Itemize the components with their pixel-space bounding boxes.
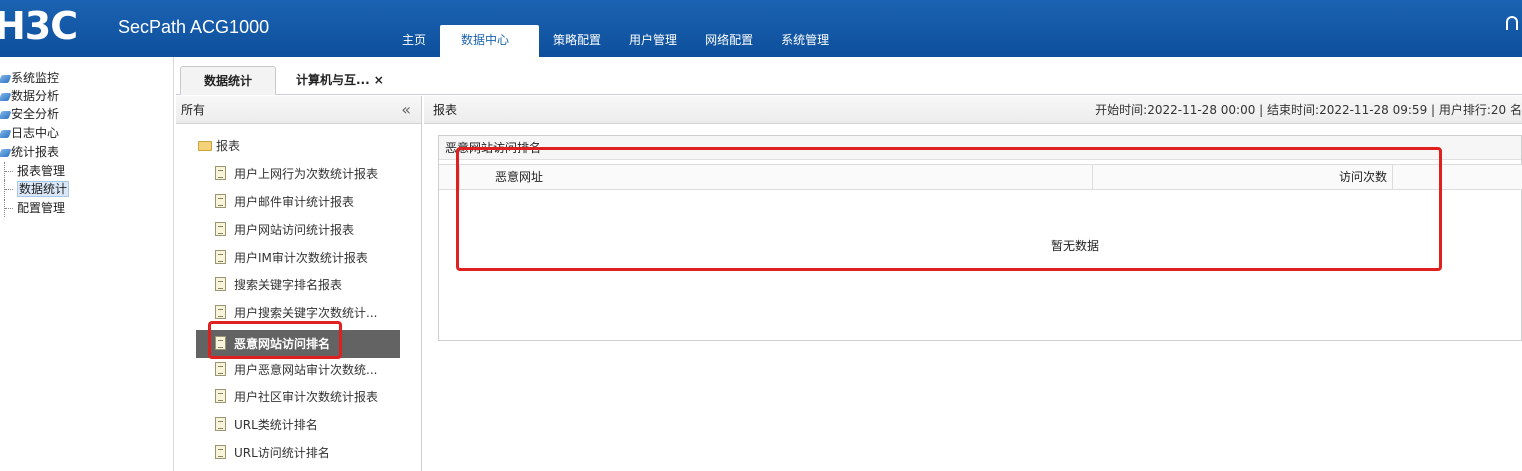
tree-node-icon	[0, 110, 12, 119]
close-icon[interactable]: ×	[374, 73, 384, 87]
column-divider	[459, 165, 460, 189]
tree-node-icon	[0, 74, 12, 83]
document-icon	[215, 305, 226, 319]
column-divider	[1392, 165, 1393, 189]
report-item[interactable]: 用户邮件审计统计报表	[196, 191, 400, 213]
report-item-label: 用户邮件审计统计报表	[234, 195, 355, 209]
nav-data-center[interactable]: 数据中心	[440, 25, 540, 57]
tree-item-log-center[interactable]: 日志中心	[0, 124, 59, 142]
report-item-label: URL类统计排名	[234, 418, 318, 432]
collapse-icon[interactable]: «	[401, 96, 411, 124]
report-item-selected[interactable]: 恶意网站访问排名	[196, 330, 400, 358]
tab-computer-internet[interactable]: 计算机与互... ×	[296, 66, 384, 95]
report-item-label: 用户恶意网站审计次数统...	[234, 363, 378, 377]
tree-item-security-analysis[interactable]: 安全分析	[0, 105, 59, 123]
top-header: H3C SecPath ACG1000 主页 数据中心 策略配置 用户管理 网络…	[0, 0, 1522, 57]
document-icon	[215, 336, 226, 350]
main-nav: 主页 数据中心 策略配置 用户管理 网络配置 系统管理	[388, 25, 843, 57]
left-nav-tree: 系统监控 数据分析 安全分析 日志中心 统计报表 报表管理 数据统计 配置管理	[0, 57, 174, 471]
report-item[interactable]: 用户IM审计次数统计报表	[196, 247, 400, 269]
report-item[interactable]: 用户恶意网站审计次数统...	[196, 359, 400, 381]
tree-item-report-management[interactable]: 报表管理	[4, 162, 65, 180]
document-icon	[215, 250, 226, 264]
tab-data-statistics[interactable]: 数据统计	[180, 66, 276, 95]
empty-state: 暂无数据	[1051, 239, 1100, 253]
tree-item-statistics-report[interactable]: 统计报表	[0, 143, 59, 161]
tree-node-icon	[0, 92, 12, 101]
h3c-logo: H3C	[0, 4, 78, 48]
report-content: 报表 开始时间:2022-11-28 00:00 | 结束时间:2022-11-…	[424, 96, 1522, 471]
tree-item-label: 安全分析	[11, 107, 60, 121]
report-item[interactable]: 用户上网行为次数统计报表	[196, 163, 400, 185]
report-meta: 开始时间:2022-11-28 00:00 | 结束时间:2022-11-28 …	[1095, 103, 1522, 117]
tree-item-label: 统计报表	[11, 145, 60, 159]
document-icon	[215, 277, 226, 291]
nav-user-management[interactable]: 用户管理	[615, 25, 691, 57]
report-content-header: 报表 开始时间:2022-11-28 00:00 | 结束时间:2022-11-…	[424, 96, 1522, 124]
report-item[interactable]: URL类统计排名	[196, 414, 400, 436]
report-item[interactable]: 用户网站访问统计报表	[196, 219, 400, 241]
document-icon	[215, 362, 226, 376]
content-title: 报表	[433, 103, 458, 117]
tab-bar: 数据统计 计算机与互... ×	[176, 57, 1522, 95]
document-icon	[215, 222, 226, 236]
grid-header: 恶意网址 访问次数	[439, 164, 1522, 190]
report-item-label: 用户上网行为次数统计报表	[234, 167, 379, 181]
report-item[interactable]: 用户社区审计次数统计报表	[196, 386, 400, 408]
report-item-label: 用户网站访问统计报表	[234, 223, 355, 237]
tree-item-label: 配置管理	[17, 201, 66, 215]
report-item-label: 用户IM审计次数统计报表	[234, 251, 368, 265]
report-list-panel: 所有 « 报表 用户上网行为次数统计报表 用户邮件审计统计报表 用户网站访问统计…	[176, 96, 422, 471]
product-name: SecPath ACG1000	[118, 17, 270, 37]
bell-icon[interactable]	[1506, 16, 1518, 30]
column-visit-count[interactable]: 访问次数	[1339, 165, 1387, 189]
report-item[interactable]: URL访问统计排名	[196, 442, 400, 464]
report-item-label: URL访问统计排名	[234, 446, 330, 460]
column-divider	[1092, 165, 1093, 189]
tree-item-data-statistics[interactable]: 数据统计	[4, 180, 70, 198]
report-item-label: 搜索关键字排名报表	[234, 278, 343, 292]
column-malicious-url[interactable]: 恶意网址	[495, 165, 543, 189]
tree-item-data-analysis[interactable]: 数据分析	[0, 87, 59, 105]
tree-node-icon	[0, 148, 12, 157]
report-item-label: 恶意网站访问排名	[234, 337, 331, 351]
folder-label: 报表	[216, 139, 241, 153]
tree-item-label: 系统监控	[11, 71, 60, 85]
document-icon	[215, 417, 226, 431]
report-list-header: 所有 «	[176, 96, 421, 124]
report-box: 恶意网站访问排名 恶意网址 访问次数 暂无数据	[438, 135, 1522, 341]
tab-label: 计算机与互...	[296, 73, 370, 87]
folder-reports[interactable]: 报表	[198, 138, 240, 154]
report-item[interactable]: 搜索关键字排名报表	[196, 274, 400, 296]
tree-item-label: 日志中心	[11, 126, 60, 140]
document-icon	[215, 166, 226, 180]
document-icon	[215, 389, 226, 403]
report-item-label: 用户搜索关键字次数统计...	[234, 306, 378, 320]
document-icon	[215, 194, 226, 208]
nav-system-management[interactable]: 系统管理	[767, 25, 843, 57]
panel-title: 所有	[181, 103, 206, 117]
nav-policy-config[interactable]: 策略配置	[539, 25, 615, 57]
document-icon	[215, 445, 226, 459]
nav-home[interactable]: 主页	[388, 25, 440, 57]
tree-item-config-management[interactable]: 配置管理	[4, 199, 65, 217]
nav-network-config[interactable]: 网络配置	[691, 25, 767, 57]
report-item-label: 用户社区审计次数统计报表	[234, 390, 379, 404]
tree-item-label: 报表管理	[17, 164, 66, 178]
tree-item-label: 数据分析	[11, 89, 60, 103]
tree-item-label: 数据统计	[17, 181, 70, 197]
report-item[interactable]: 用户搜索关键字次数统计...	[196, 302, 400, 324]
folder-icon	[198, 141, 212, 151]
tree-node-icon	[0, 129, 12, 138]
report-box-title: 恶意网站访问排名	[439, 136, 1521, 160]
tree-item-system-monitor[interactable]: 系统监控	[0, 69, 59, 87]
